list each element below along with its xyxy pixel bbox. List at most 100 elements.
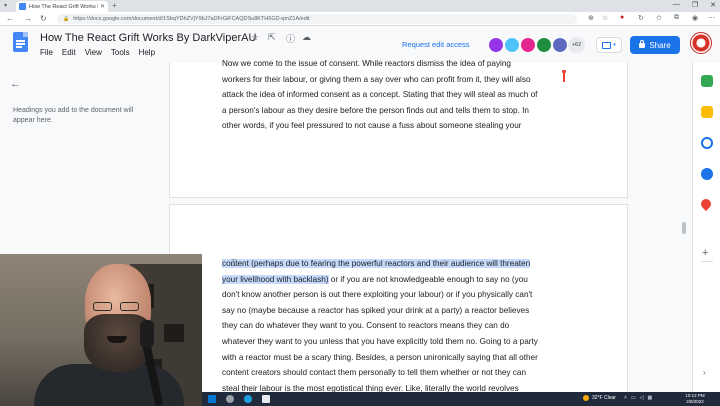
menu-bar: File Edit View Tools Help xyxy=(40,48,155,57)
tab-search-icon[interactable]: ▾ xyxy=(4,2,7,9)
close-outline-arrow-icon[interactable]: ← xyxy=(10,78,21,90)
page-text-block[interactable]: Now we come to the issue of consent. Whi… xyxy=(222,56,576,136)
weather-text: 32°F Clear xyxy=(592,395,616,401)
start-icon[interactable] xyxy=(208,395,216,403)
forward-button-icon[interactable]: → xyxy=(24,14,32,23)
zoom-icon[interactable]: ⊕ xyxy=(588,14,594,22)
lock-icon: 🔒 xyxy=(63,16,70,22)
text-line: workers for their labour, or giving them… xyxy=(222,74,531,84)
user-avatar[interactable] xyxy=(690,32,712,54)
extension-icon[interactable]: ● xyxy=(620,14,624,21)
weather-widget[interactable]: 32°F Clear xyxy=(583,395,616,401)
text-line: with a reactor must be a scary thing. Be… xyxy=(222,352,538,362)
contacts-icon[interactable] xyxy=(701,168,713,180)
side-panel: + › xyxy=(692,63,720,393)
selected-text: your livelihood with backlash) xyxy=(222,274,329,284)
docs-favicon-icon xyxy=(19,3,26,10)
bookmark-star-icon[interactable]: ☆ xyxy=(602,14,608,22)
favorites-icon[interactable]: ✩ xyxy=(656,14,662,22)
more-collaborators-badge[interactable]: +62 xyxy=(568,37,585,53)
add-addon-icon[interactable]: + xyxy=(702,247,708,259)
panel-divider xyxy=(701,261,713,262)
menu-file[interactable]: File xyxy=(40,48,53,57)
selected-text: content (perhaps due to fearing the powe… xyxy=(222,259,531,268)
move-folder-icon[interactable]: ⇱ xyxy=(268,32,276,43)
collections-icon[interactable]: ⧉ xyxy=(674,14,679,22)
star-icon[interactable]: ☆ xyxy=(251,32,259,43)
text-segment: or if you are not knowledgeable enough t… xyxy=(328,274,528,284)
chevron-up-icon[interactable]: ˄ xyxy=(624,395,627,401)
menu-tools[interactable]: Tools xyxy=(111,48,130,57)
new-tab-button[interactable]: + xyxy=(112,1,117,10)
profile-icon[interactable]: ◉ xyxy=(692,14,698,22)
microphone xyxy=(140,320,154,348)
url-text: https://docs.google.com/document/d/1SbqY… xyxy=(73,16,310,22)
text-cursor-icon: ⌶ xyxy=(231,258,237,268)
collaborator-avatar[interactable] xyxy=(488,37,504,53)
tab-close-icon[interactable]: ✕ xyxy=(100,3,105,10)
webcam-person-glasses xyxy=(93,302,143,312)
collaborator-avatar[interactable] xyxy=(504,37,520,53)
request-edit-access-button[interactable]: Request edit access xyxy=(402,40,470,49)
document-status-icon[interactable]: ⓘ xyxy=(286,32,295,45)
text-line: Now we come to the issue of consent. Whi… xyxy=(222,59,511,68)
collaborator-avatar[interactable] xyxy=(536,37,552,53)
taskbar: 32°F Clear ˄ ▭ ◁ ▦ 10:12 PM 2/8/2022 xyxy=(202,392,720,406)
menu-help[interactable]: Help xyxy=(139,48,155,57)
text-line: don't know another person is out there e… xyxy=(222,290,533,300)
menu-view[interactable]: View xyxy=(85,48,102,57)
url-bar[interactable]: 🔒 https://docs.google.com/document/d/1Sb… xyxy=(57,14,577,24)
back-button-icon[interactable]: ← xyxy=(6,14,14,23)
page-text-block[interactable]: content (perhaps due to fearing the powe… xyxy=(222,256,576,396)
collaborator-avatar[interactable] xyxy=(552,37,568,53)
text-line: say no (maybe because a reactor has spik… xyxy=(222,305,530,315)
webcam-overlay xyxy=(0,254,202,406)
share-button[interactable]: Share xyxy=(630,36,680,54)
chevron-down-icon: ▾ xyxy=(613,42,616,48)
document-title[interactable]: How The React Grift Works By DarkViperAU xyxy=(40,32,256,44)
sun-icon xyxy=(583,395,589,401)
lock-icon xyxy=(639,39,646,48)
present-screen-icon xyxy=(602,41,612,49)
refresh-extension-icon[interactable]: ↻ xyxy=(638,14,644,22)
maps-icon[interactable] xyxy=(698,196,714,212)
browser-tab-active[interactable]: How The React Grift Works By DarkViperAU… xyxy=(16,1,108,12)
clock-date: 2/8/2022 xyxy=(686,399,704,404)
docs-logo-icon[interactable] xyxy=(13,32,28,52)
volume-icon[interactable]: ◁ xyxy=(640,395,644,401)
maximize-button[interactable]: ❐ xyxy=(692,1,698,9)
browser-menu-icon[interactable]: ⋯ xyxy=(708,14,715,22)
browser-tab-bar: ▾ How The React Grift Works By DarkViper… xyxy=(0,0,720,12)
text-line: a person's labour as they desire before … xyxy=(222,105,529,115)
network-icon[interactable]: ▭ xyxy=(631,395,636,401)
text-line: content creators should contact them per… xyxy=(222,368,527,378)
text-line: they can do whatever they want to you. C… xyxy=(222,321,510,331)
keep-icon[interactable] xyxy=(701,106,713,118)
edge-app-icon[interactable] xyxy=(244,395,252,403)
address-toolbar: ← → ↻ 🔒 https://docs.google.com/document… xyxy=(0,12,720,26)
pinned-app-icon[interactable] xyxy=(262,395,270,403)
language-icon[interactable]: ▦ xyxy=(648,395,653,401)
tab-title: How The React Grift Works By DarkViperAU… xyxy=(29,3,98,10)
text-line: your livelihood with backlash) or if you… xyxy=(222,272,576,288)
minimize-button[interactable]: — xyxy=(673,1,680,9)
window-controls: — ❐ ✕ xyxy=(673,1,716,9)
cloud-saved-icon: ☁ xyxy=(302,32,311,42)
outline-empty-hint: Headings you add to the document will ap… xyxy=(13,107,134,124)
chevron-right-icon[interactable]: › xyxy=(703,368,706,377)
text-line: content (perhaps due to fearing the powe… xyxy=(222,256,576,272)
present-button[interactable]: ▾ xyxy=(596,37,622,53)
chrome-app-icon[interactable] xyxy=(226,395,234,403)
tasks-icon[interactable] xyxy=(701,137,713,149)
text-line: other words, if you feel pressured to no… xyxy=(222,121,522,131)
reload-button-icon[interactable]: ↻ xyxy=(40,14,47,23)
menu-edit[interactable]: Edit xyxy=(62,48,76,57)
close-window-button[interactable]: ✕ xyxy=(710,1,716,9)
calendar-icon[interactable] xyxy=(701,75,713,87)
collaborator-cursor xyxy=(562,70,566,82)
taskbar-clock[interactable]: 10:12 PM 2/8/2022 xyxy=(680,393,710,405)
vertical-scrollbar-thumb[interactable] xyxy=(682,222,686,234)
system-tray[interactable]: ˄ ▭ ◁ ▦ xyxy=(624,395,652,401)
collaborator-avatar[interactable] xyxy=(520,37,536,53)
share-label: Share xyxy=(649,40,671,50)
